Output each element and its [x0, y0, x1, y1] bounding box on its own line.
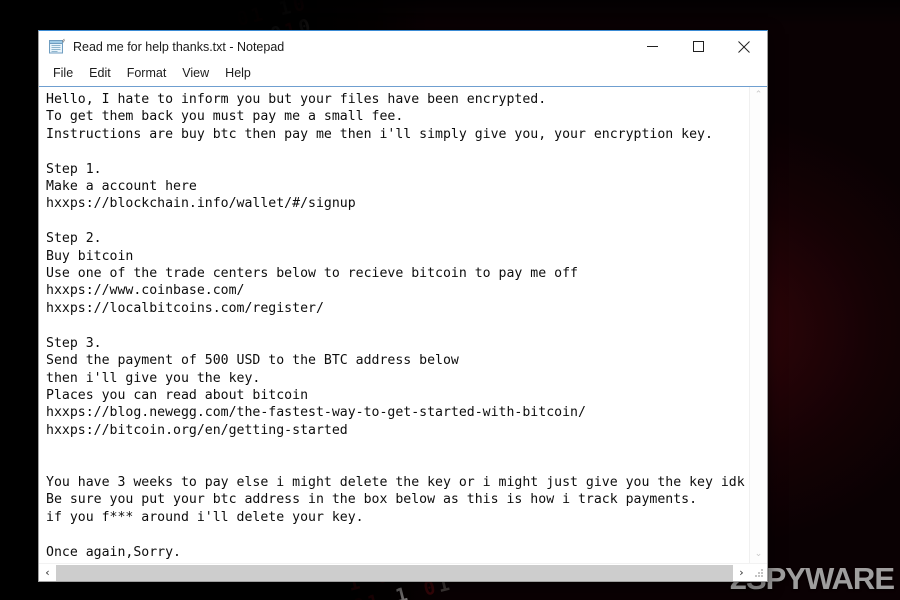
wallpaper-top-vignette: [0, 0, 900, 26]
vertical-scrollbar[interactable]: ⌃ ⌄: [749, 87, 767, 563]
menu-item-format[interactable]: Format: [119, 64, 175, 83]
menu-item-view[interactable]: View: [174, 64, 217, 83]
window-titlebar[interactable]: Read me for help thanks.txt - Notepad: [39, 31, 767, 62]
window-client-area: Hello, I hate to inform you but your fil…: [39, 86, 767, 581]
scroll-down-arrow-icon[interactable]: ⌄: [750, 546, 767, 563]
horizontal-scrollbar[interactable]: ‹ ›: [39, 563, 767, 581]
scroll-left-arrow-icon[interactable]: ‹: [39, 564, 56, 581]
menu-item-edit[interactable]: Edit: [81, 64, 119, 83]
notepad-icon: [48, 38, 65, 55]
desktop-screen: 01 10100101010 1001 0101 10 0101001 0 10…: [0, 0, 900, 600]
menu-item-file[interactable]: File: [45, 64, 81, 83]
window-title: Read me for help thanks.txt - Notepad: [73, 39, 285, 54]
titlebar-left-group: Read me for help thanks.txt - Notepad: [39, 38, 629, 55]
minimize-button[interactable]: [629, 31, 675, 62]
close-button[interactable]: [721, 31, 767, 62]
maximize-button[interactable]: [675, 31, 721, 62]
resize-grip-icon[interactable]: [750, 564, 767, 581]
notepad-window[interactable]: Read me for help thanks.txt - Notepad Fi…: [38, 30, 768, 582]
scroll-right-arrow-icon[interactable]: ›: [733, 564, 750, 581]
text-editor-area[interactable]: Hello, I hate to inform you but your fil…: [39, 87, 749, 563]
menubar[interactable]: File Edit Format View Help: [39, 62, 767, 86]
menu-item-help[interactable]: Help: [217, 64, 259, 83]
watermark-suffix: E: [874, 561, 895, 596]
scroll-up-arrow-icon[interactable]: ⌃: [750, 87, 767, 104]
text-and-vscroll-row: Hello, I hate to inform you but your fil…: [39, 87, 767, 563]
horizontal-scroll-thumb[interactable]: [56, 564, 733, 581]
ransom-note-text[interactable]: Hello, I hate to inform you but your fil…: [46, 91, 749, 561]
